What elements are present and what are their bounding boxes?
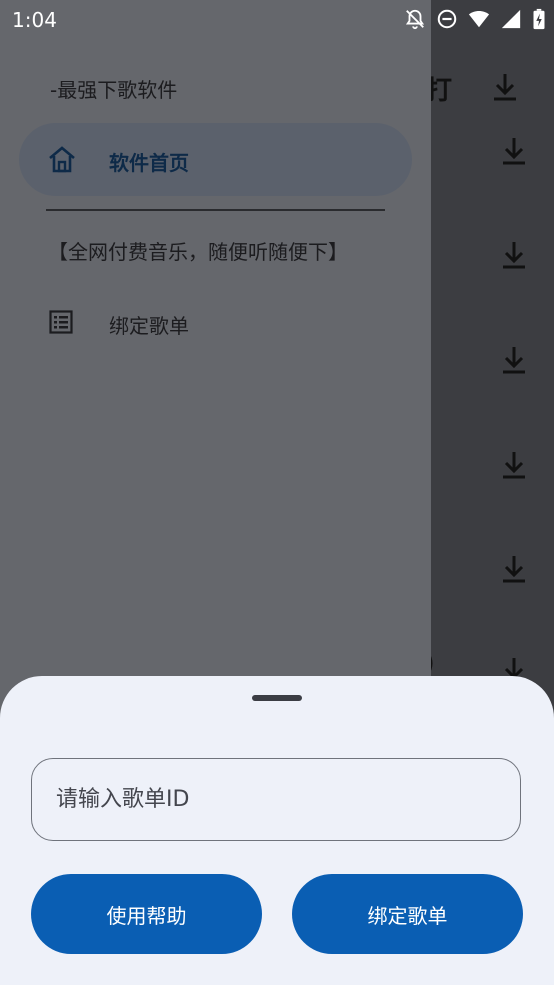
list-icon xyxy=(49,310,73,334)
status-time: 1:04 xyxy=(12,8,57,32)
download-icon[interactable] xyxy=(501,450,527,480)
bind-playlist-button[interactable]: 绑定歌单 xyxy=(292,874,523,954)
signal-icon xyxy=(500,8,522,30)
drawer-subtitle: -最强下歌软件 xyxy=(50,78,178,102)
download-icon[interactable] xyxy=(501,136,527,166)
help-button[interactable]: 使用帮助 xyxy=(31,874,262,954)
download-icon[interactable] xyxy=(501,554,527,584)
status-bar: 1:04 xyxy=(0,0,554,38)
bell-off-icon xyxy=(404,8,426,30)
battery-charging-icon xyxy=(532,8,546,30)
download-icon[interactable] xyxy=(501,345,527,375)
do-not-disturb-icon xyxy=(436,8,458,30)
drawer-divider xyxy=(46,209,385,211)
drawer-item-label: 软件首页 xyxy=(109,151,189,175)
download-icon[interactable] xyxy=(501,240,527,270)
drawer-item-bind-playlist[interactable]: 绑定歌单 xyxy=(19,292,412,352)
playlist-id-field[interactable] xyxy=(31,758,521,841)
bottom-sheet: 使用帮助 绑定歌单 xyxy=(0,676,554,985)
drag-handle[interactable] xyxy=(252,695,302,701)
home-icon xyxy=(47,145,77,173)
drawer-item-home[interactable]: 软件首页 xyxy=(19,123,412,196)
drawer-note: 【全网付费音乐，随便听随便下】 xyxy=(48,240,348,264)
download-icon[interactable] xyxy=(492,72,518,102)
playlist-id-input[interactable] xyxy=(32,759,520,840)
drawer-item-label: 绑定歌单 xyxy=(109,314,189,338)
wifi-icon xyxy=(468,8,490,30)
